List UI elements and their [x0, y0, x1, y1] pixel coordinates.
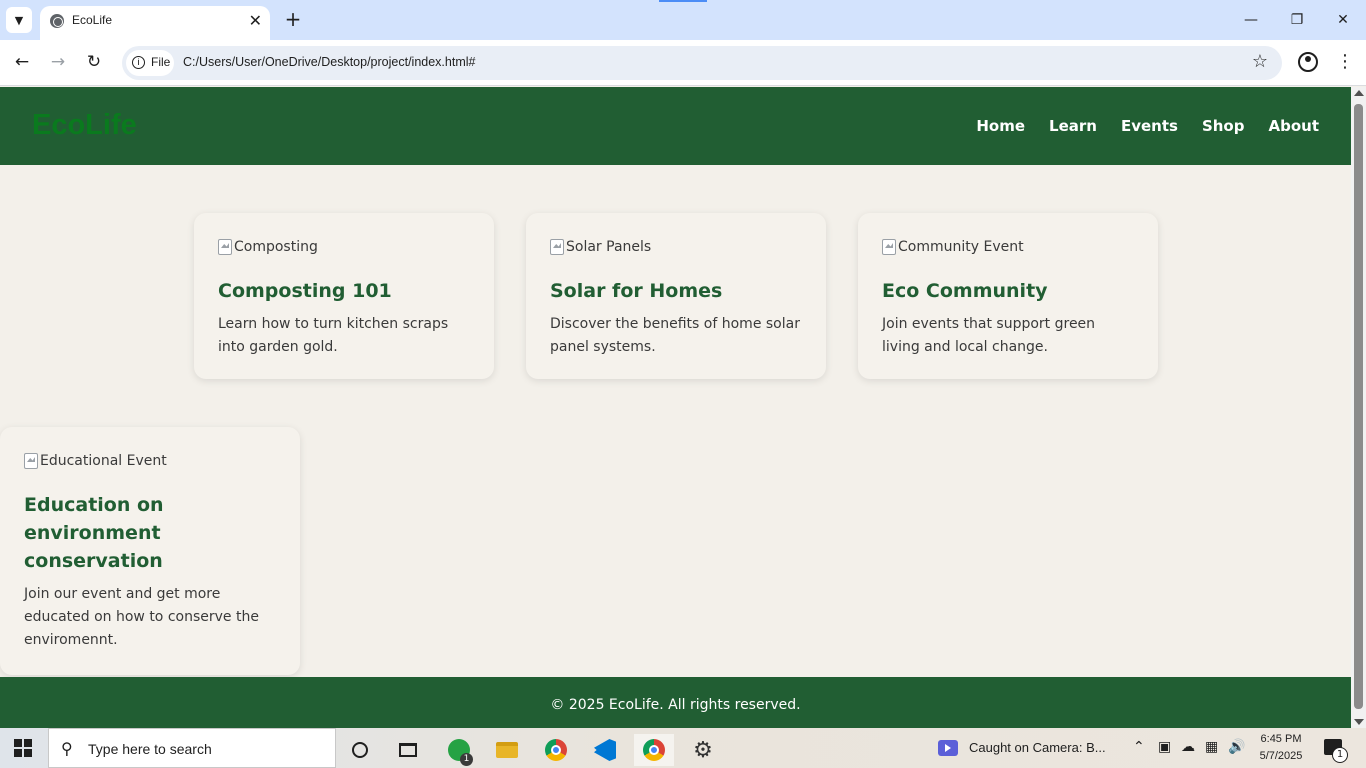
- globe-icon: [50, 14, 64, 28]
- cortana-icon: [352, 742, 368, 758]
- info-icon: i: [132, 56, 145, 69]
- broken-image-icon: [882, 239, 896, 255]
- new-tab-plus-icon[interactable]: +: [282, 8, 304, 30]
- taskbar-vscode[interactable]: [585, 734, 625, 766]
- nav-events[interactable]: Events: [1121, 117, 1178, 135]
- tab-search-chevron-icon[interactable]: ▼: [6, 7, 32, 33]
- forward-arrow-icon[interactable]: →: [46, 50, 70, 74]
- card-title: Eco Community: [882, 280, 1048, 302]
- chevron-up-icon[interactable]: ⌃: [1133, 739, 1145, 755]
- broken-image-icon: [550, 239, 564, 255]
- page-viewport: EcoLife Home Learn Events Shop About Com…: [0, 87, 1351, 728]
- card-title: Solar for Homes: [550, 280, 723, 302]
- site-logo[interactable]: EcoLife: [32, 109, 137, 142]
- minimize-icon[interactable]: —: [1228, 8, 1274, 32]
- scroll-down-icon[interactable]: [1354, 719, 1364, 725]
- window-close-icon[interactable]: ✕: [1320, 8, 1366, 32]
- chrome-icon: [545, 739, 567, 761]
- scrollbar-thumb[interactable]: [1354, 104, 1363, 709]
- broken-image-icon: [218, 239, 232, 255]
- nav-shop[interactable]: Shop: [1202, 117, 1245, 135]
- browser-tab[interactable]: EcoLife ✕: [40, 6, 270, 40]
- site-footer: © 2025 EcoLife. All rights reserved.: [0, 677, 1351, 728]
- clock-date: 5/7/2025: [1259, 750, 1303, 762]
- taskbar-chrome-2[interactable]: [634, 734, 674, 766]
- reload-icon[interactable]: ↻: [82, 50, 106, 74]
- folder-icon: [496, 742, 518, 758]
- clock-time: 6:45 PM: [1260, 733, 1302, 745]
- task-view-button[interactable]: [388, 734, 428, 766]
- tab-strip-indicator: [659, 0, 707, 2]
- footer-copyright: © 2025 EcoLife. All rights reserved.: [550, 697, 801, 713]
- site-info-chip[interactable]: i File: [126, 50, 174, 76]
- nav-home[interactable]: Home: [976, 117, 1025, 135]
- browser-tab-strip: ▼ EcoLife ✕ + — ❐ ✕: [0, 0, 1366, 40]
- card-image-education: Educational Event: [24, 451, 276, 471]
- vscode-icon: [594, 739, 616, 761]
- media-player-icon[interactable]: [938, 740, 958, 756]
- nav-about[interactable]: About: [1268, 117, 1319, 135]
- card-image-community: Community Event: [882, 237, 1134, 257]
- media-title[interactable]: Caught on Camera: B...: [969, 740, 1106, 755]
- network-icon[interactable]: ▦: [1205, 739, 1218, 755]
- nav-learn[interactable]: Learn: [1049, 117, 1097, 135]
- taskbar-clock[interactable]: 6:45 PM 5/7/2025: [1252, 731, 1310, 765]
- tab-title: EcoLife: [72, 13, 113, 27]
- page-scrollbar[interactable]: [1351, 87, 1366, 728]
- card-image-composting: Composting: [218, 237, 470, 257]
- bookmark-star-icon[interactable]: ☆: [1252, 51, 1268, 72]
- site-header: EcoLife Home Learn Events Shop About: [0, 87, 1351, 165]
- scroll-up-icon[interactable]: [1354, 90, 1364, 96]
- windows-start-icon[interactable]: [14, 739, 32, 757]
- browser-toolbar: ← → ↻ i File C:/Users/User/OneDrive/Desk…: [0, 40, 1366, 86]
- restore-icon[interactable]: ❐: [1274, 8, 1320, 32]
- menu-kebab-icon[interactable]: ⋮: [1336, 50, 1354, 74]
- card-image-solar: Solar Panels: [550, 237, 802, 257]
- address-bar[interactable]: i File C:/Users/User/OneDrive/Desktop/pr…: [122, 46, 1282, 80]
- notification-badge: 1: [1332, 747, 1348, 763]
- card-description: Discover the benefits of home solar pane…: [550, 316, 800, 355]
- taskbar-chrome-1[interactable]: [536, 734, 576, 766]
- taskbar-settings[interactable]: ⚙: [683, 734, 723, 766]
- whatsapp-badge: 1: [460, 753, 473, 766]
- card-community: Community Event Eco Community Join event…: [858, 213, 1158, 379]
- card-description: Join events that support green living an…: [882, 316, 1096, 355]
- tab-close-icon[interactable]: ✕: [249, 11, 262, 31]
- main-nav: Home Learn Events Shop About: [976, 117, 1319, 135]
- search-icon: ⚲: [61, 739, 73, 758]
- taskbar-whatsapp[interactable]: 1: [439, 734, 479, 766]
- back-arrow-icon[interactable]: ←: [10, 50, 34, 74]
- card-education: Educational Event Education on environme…: [0, 427, 300, 675]
- card-title: Education on environment conservation: [24, 494, 164, 572]
- card-description: Learn how to turn kitchen scraps into ga…: [218, 316, 449, 355]
- windows-taskbar: ⚲ Type here to search 1 ⚙ Caught on Came…: [0, 728, 1366, 768]
- profile-icon[interactable]: [1298, 52, 1318, 72]
- task-view-icon: [399, 743, 417, 757]
- card-solar: Solar Panels Solar for Homes Discover th…: [526, 213, 826, 379]
- gear-icon: ⚙: [693, 737, 713, 763]
- site-info-label: File: [151, 55, 171, 69]
- meet-now-icon[interactable]: ▣: [1158, 739, 1171, 755]
- card-title: Composting 101: [218, 280, 392, 302]
- taskbar-search-box[interactable]: ⚲ Type here to search: [48, 728, 336, 768]
- cortana-button[interactable]: [340, 734, 380, 766]
- broken-image-icon: [24, 453, 38, 469]
- url-text[interactable]: C:/Users/User/OneDrive/Desktop/project/i…: [183, 55, 475, 69]
- onedrive-icon[interactable]: ☁: [1181, 739, 1195, 755]
- taskbar-file-explorer[interactable]: [487, 734, 527, 766]
- card-description: Join our event and get more educated on …: [24, 586, 259, 648]
- chrome-icon: [643, 739, 665, 761]
- card-composting: Composting Composting 101 Learn how to t…: [194, 213, 494, 379]
- volume-icon[interactable]: 🔊: [1228, 739, 1245, 755]
- taskbar-search-placeholder: Type here to search: [88, 741, 212, 757]
